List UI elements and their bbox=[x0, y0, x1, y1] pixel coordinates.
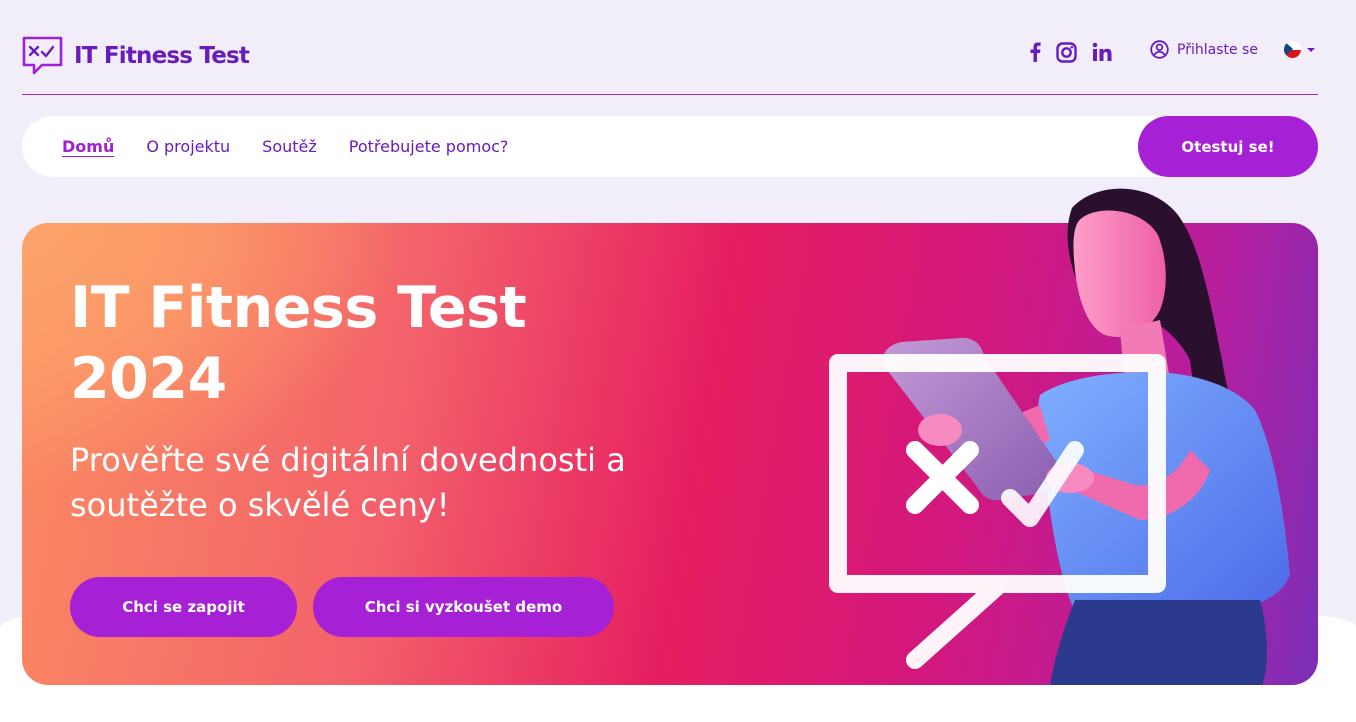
hero-banner: IT Fitness Test 2024 Prověřte své digitá… bbox=[22, 223, 1318, 685]
logo-text: IT Fitness Test bbox=[74, 43, 250, 69]
facebook-icon[interactable] bbox=[1023, 40, 1047, 64]
hero-title: IT Fitness Test 2024 bbox=[70, 273, 590, 415]
login-label: Přihlaste se bbox=[1177, 41, 1258, 58]
czech-flag-icon bbox=[1284, 41, 1301, 58]
try-demo-button[interactable]: Chci si vyzkoušet demo bbox=[313, 577, 614, 637]
nav-item-home[interactable]: Domů bbox=[62, 137, 114, 156]
linkedin-icon[interactable] bbox=[1090, 40, 1114, 64]
hero-subtitle: Prověřte své digitální dovednosti a sout… bbox=[70, 438, 710, 528]
hero-subtitle-line2: soutěžte o skvělé ceny! bbox=[70, 486, 450, 524]
logo-chat-check-icon bbox=[22, 36, 63, 75]
nav-item-help[interactable]: Potřebujete pomoc? bbox=[349, 137, 509, 156]
user-icon bbox=[1150, 40, 1169, 59]
hero-subtitle-line1: Prověřte své digitální dovednosti a bbox=[70, 441, 626, 479]
hero-title-line2: 2024 bbox=[70, 346, 227, 412]
instagram-icon[interactable] bbox=[1054, 40, 1078, 64]
header-divider bbox=[22, 94, 1318, 95]
main-navigation: Domů O projektu Soutěž Potřebujete pomoc… bbox=[22, 116, 1318, 177]
language-selector[interactable] bbox=[1284, 41, 1315, 58]
login-link[interactable]: Přihlaste se bbox=[1150, 40, 1258, 59]
hero-title-line1: IT Fitness Test bbox=[70, 275, 527, 341]
nav-links: Domů O projektu Soutěž Potřebujete pomoc… bbox=[62, 116, 540, 177]
caret-down-icon bbox=[1307, 47, 1315, 52]
test-yourself-button[interactable]: Otestuj se! bbox=[1138, 116, 1318, 177]
site-logo[interactable]: IT Fitness Test bbox=[22, 36, 250, 76]
nav-item-about[interactable]: O projektu bbox=[146, 137, 230, 156]
join-button[interactable]: Chci se zapojit bbox=[70, 577, 297, 637]
nav-item-competition[interactable]: Soutěž bbox=[262, 137, 317, 156]
